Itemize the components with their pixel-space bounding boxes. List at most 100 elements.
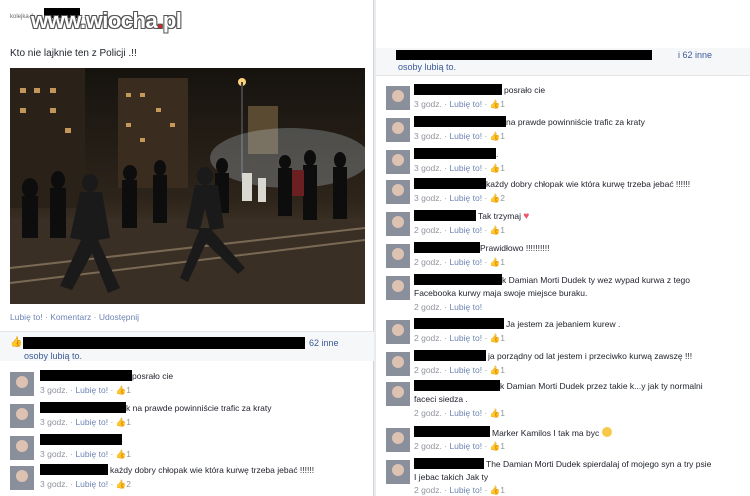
comment: . 3 godz. · Lubię to! · 👍1 — [386, 148, 746, 180]
like-count: 1 — [500, 485, 505, 495]
comment-like-link[interactable]: Lubię to! — [75, 449, 108, 459]
comment-like-link[interactable]: Lubię to! — [449, 193, 482, 203]
commenter-name-redacted[interactable] — [414, 350, 486, 361]
commenter-name-redacted[interactable] — [414, 458, 484, 469]
commenter-name-redacted[interactable] — [414, 318, 504, 329]
comment-meta: 2 godz. · Lubię to! · 👍1 — [414, 333, 505, 343]
comment-like-link[interactable]: Lubię to! — [75, 385, 108, 395]
avatar[interactable] — [10, 372, 34, 396]
comment: 3 godz. · Lubię to! · 👍1 — [10, 434, 370, 466]
comment: k Damian Morti Dudek ty wez wypad kurwa … — [386, 274, 746, 318]
like-count: 1 — [126, 449, 131, 459]
comment-like-link[interactable]: Lubię to! — [449, 408, 482, 418]
thumbs-up-icon: 👍 — [489, 193, 501, 203]
thumbs-up-icon: 👍 — [489, 333, 501, 343]
avatar[interactable] — [386, 86, 410, 110]
comment-like-link[interactable]: Lubię to! — [449, 225, 482, 235]
like-count: 1 — [500, 257, 505, 267]
avatar[interactable] — [386, 352, 410, 376]
avatar[interactable] — [386, 118, 410, 142]
avatar[interactable] — [386, 150, 410, 174]
like-link[interactable]: Lubię to! — [10, 312, 43, 322]
comment-like-link[interactable]: Lubię to! — [75, 417, 108, 427]
comment-meta: 3 godz. · Lubię to! · 👍1 — [40, 449, 131, 459]
people-like-label[interactable]: osoby lubią to. — [24, 351, 82, 361]
comment-text-cont: faceci siedza . — [414, 394, 468, 404]
commenter-name-redacted[interactable] — [414, 380, 500, 391]
comment-like-link[interactable]: Lubię to! — [449, 99, 482, 109]
comment: posrało cie 3 godz. · Lubię to! · 👍1 — [386, 84, 746, 116]
comment-meta: 3 godz. · Lubię to! · 👍1 — [40, 385, 131, 395]
avatar[interactable] — [386, 382, 410, 406]
avatar[interactable] — [386, 244, 410, 268]
comment-text: posrało cie — [504, 85, 546, 95]
comment-like-link[interactable]: Lubię to! — [449, 333, 482, 343]
comment-text: Ja jestem za jebaniem kurew . — [506, 319, 621, 329]
thumbs-up-icon: 👍 — [489, 408, 501, 418]
blank-area — [376, 0, 750, 48]
comment: posrało cie 3 godz. · Lubię to! · 👍1 — [10, 370, 370, 402]
comment-like-link[interactable]: Lubię to! — [449, 163, 482, 173]
others-like-link[interactable]: i 62 inne — [678, 50, 712, 60]
commenter-name-redacted[interactable] — [414, 210, 476, 221]
thumbs-up-icon: 👍 — [115, 385, 127, 395]
avatar[interactable] — [10, 466, 34, 490]
comment-text: k Damian Morti Dudek przez takie k...y j… — [500, 381, 703, 391]
comments-panel: i 62 inne osoby lubią to. posrało cie 3 … — [376, 48, 750, 496]
thumbs-up-icon: 👍 — [115, 417, 127, 427]
comment-like-link[interactable]: Lubię to! — [449, 485, 482, 495]
comment-like-link[interactable]: Lubię to! — [449, 257, 482, 267]
avatar[interactable] — [10, 436, 34, 460]
commenter-name-redacted[interactable] — [414, 242, 480, 253]
like-count: 1 — [500, 408, 505, 418]
commenter-name-redacted[interactable] — [40, 434, 122, 445]
thumbs-up-icon: 👍 — [10, 337, 23, 348]
commenter-name-redacted[interactable] — [40, 402, 126, 413]
comment-like-link[interactable]: Lubię to! — [75, 479, 108, 489]
comment-link[interactable]: Komentarz — [50, 312, 91, 322]
comment-meta: 3 godz. · Lubię to! · 👍1 — [414, 99, 505, 109]
share-link[interactable]: Udostępnij — [99, 312, 139, 322]
comment-like-link[interactable]: Lubię to! — [449, 131, 482, 141]
people-like-label[interactable]: osoby lubią to. — [398, 62, 456, 72]
avatar[interactable] — [10, 404, 34, 428]
avatar[interactable] — [386, 276, 410, 300]
comment: Marker Kamilos I tak ma byc 2 godz. · Lu… — [386, 426, 746, 458]
smile-emoji-icon — [601, 427, 612, 437]
commenter-name-redacted[interactable] — [414, 426, 490, 437]
likes-summary: i 62 inne osoby lubią to. — [376, 48, 750, 76]
comment-meta: 2 godz. · Lubię to! — [414, 302, 483, 312]
comment-meta: 3 godz. · Lubię to! · 👍1 — [414, 163, 505, 173]
comment: Tak trzymaj ♥ 2 godz. · Lubię to! · 👍1 — [386, 210, 746, 242]
comment: Ja jestem za jebaniem kurew . 2 godz. · … — [386, 318, 746, 350]
commenter-name-redacted[interactable] — [40, 370, 132, 381]
avatar[interactable] — [386, 320, 410, 344]
commenter-name-redacted[interactable] — [414, 84, 502, 95]
comment-meta: 3 godz. · Lubię to! · 👍1 — [414, 131, 505, 141]
avatar[interactable] — [386, 428, 410, 452]
comment-like-link[interactable]: Lubię to! — [449, 441, 482, 451]
comment: Prawidłowo !!!!!!!!!! 2 godz. · Lubię to… — [386, 242, 746, 274]
post-panel: kolejka-1. www.wiocha.pl Kto nie lajknie… — [0, 0, 374, 496]
commenter-name-redacted[interactable] — [40, 464, 108, 475]
avatar[interactable] — [386, 212, 410, 236]
thumbs-up-icon: 👍 — [489, 441, 501, 451]
commenter-name-redacted[interactable] — [414, 116, 506, 127]
commenter-name-redacted[interactable] — [414, 274, 502, 285]
comment-meta: 2 godz. · Lubię to! · 👍1 — [414, 225, 505, 235]
post-photo[interactable] — [10, 68, 365, 304]
like-count: 2 — [500, 193, 505, 203]
comment-text: k na prawde powinniście trafic za kraty — [126, 403, 272, 413]
comment-like-link[interactable]: Lubię to! — [449, 302, 482, 312]
likers-redacted — [396, 50, 652, 60]
comment: ja porządny od lat jestem i przeciwko ku… — [386, 350, 746, 382]
comment-meta: 3 godz. · Lubię to! · 👍1 — [40, 417, 131, 427]
comment-like-link[interactable]: Lubię to! — [449, 365, 482, 375]
avatar[interactable] — [386, 180, 410, 204]
commenter-name-redacted[interactable] — [414, 148, 496, 159]
others-like-link[interactable]: 62 inne — [309, 338, 339, 348]
comment-meta: 3 godz. · Lubię to! · 👍2 — [414, 193, 505, 203]
avatar[interactable] — [386, 460, 410, 484]
comment-text: na prawde powinniście trafic za kraty — [506, 117, 645, 127]
commenter-name-redacted[interactable] — [414, 178, 486, 189]
